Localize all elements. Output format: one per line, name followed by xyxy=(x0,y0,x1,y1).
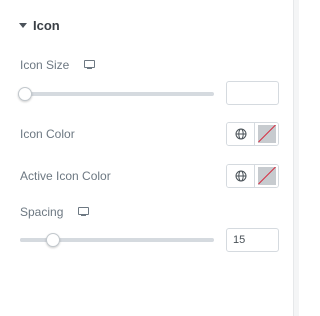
panel-gutter xyxy=(294,0,299,316)
desktop-icon[interactable] xyxy=(78,207,89,217)
globe-icon[interactable] xyxy=(227,165,255,187)
icon-section-toggle[interactable]: Icon xyxy=(19,16,60,34)
desktop-icon[interactable] xyxy=(84,60,95,70)
icon-size-slider-thumb[interactable] xyxy=(18,87,32,101)
controls-panel: Icon Icon Size Icon Color Active Icon Co… xyxy=(0,0,294,316)
caret-down-icon xyxy=(19,23,27,28)
icon-size-slider-track[interactable] xyxy=(20,92,214,96)
section-title: Icon xyxy=(33,17,60,33)
icon-size-label: Icon Size xyxy=(20,58,70,72)
icon-size-input[interactable] xyxy=(226,81,279,105)
globe-icon[interactable] xyxy=(227,123,255,145)
no-color-swatch-icon xyxy=(257,167,276,185)
spacing-label: Spacing xyxy=(20,205,64,219)
spacing-input[interactable] xyxy=(226,228,279,252)
spacing-slider-thumb[interactable] xyxy=(45,233,60,247)
no-color-swatch-icon xyxy=(257,125,276,143)
icon-color-picker-button[interactable] xyxy=(255,123,278,145)
active-icon-color-control xyxy=(226,164,279,188)
active-icon-color-picker-button[interactable] xyxy=(255,165,278,187)
icon-color-control xyxy=(226,122,279,146)
active-icon-color-label: Active Icon Color xyxy=(20,169,111,183)
spacing-slider-fill xyxy=(20,238,50,242)
icon-color-label: Icon Color xyxy=(20,127,75,141)
